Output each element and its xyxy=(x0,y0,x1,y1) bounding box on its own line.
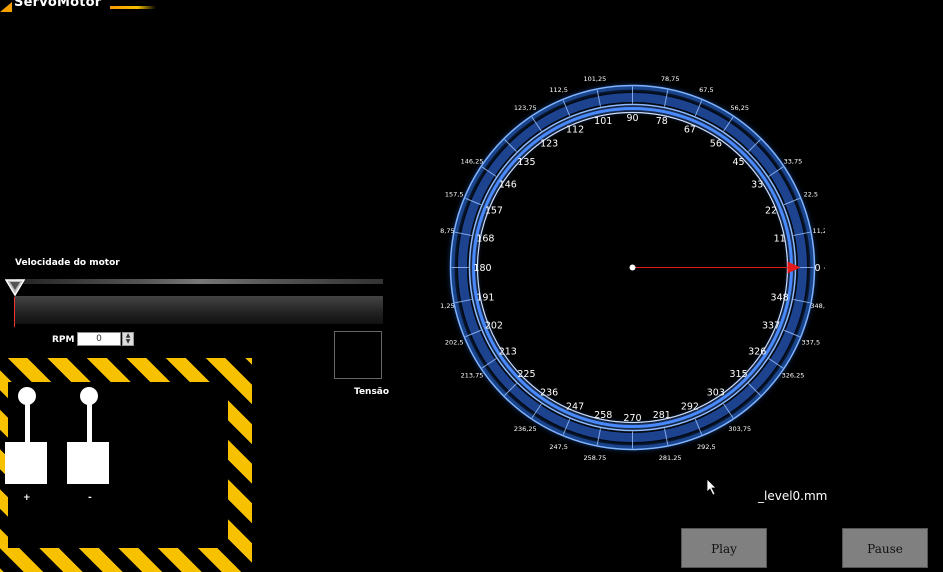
dial-major-label: 168 xyxy=(476,234,494,245)
dial-major-label: 258 xyxy=(594,410,612,421)
dial-major-label: 157 xyxy=(485,206,503,217)
lever-minus-label: - xyxy=(88,493,92,503)
dial-major-label: 101 xyxy=(594,116,612,127)
dial-minor-label: 112,5 xyxy=(549,86,568,94)
lever-plus[interactable] xyxy=(5,387,49,487)
dial-minor-label: 33,75 xyxy=(784,157,803,165)
speed-gradient-panel xyxy=(15,296,383,324)
speed-slider-track[interactable] xyxy=(15,279,383,284)
dial-major-label: 303 xyxy=(707,388,725,399)
dial-minor-label: 11,25 xyxy=(812,227,825,235)
dial-major-label: 247 xyxy=(566,402,584,413)
dial-major-label: 22 xyxy=(765,206,777,217)
rpm-input[interactable] xyxy=(77,332,121,346)
lever-plus-label: + xyxy=(23,493,31,503)
dial-major-label: 292 xyxy=(681,402,699,413)
dial-minor-label: 157,5 xyxy=(445,191,464,199)
dial-minor-label: 348,75 xyxy=(810,302,825,310)
dial-minor-label: 258,75 xyxy=(583,454,606,460)
title-underline xyxy=(110,6,156,9)
speed-needle xyxy=(14,297,15,327)
lever-stem xyxy=(87,397,92,445)
dial-minor-label: 326,25 xyxy=(782,372,805,380)
dial-major-label: 348 xyxy=(771,292,789,303)
dial-minor-label: 168,75 xyxy=(440,227,455,235)
pause-button[interactable]: Pause xyxy=(842,528,928,568)
title-flag-icon xyxy=(0,2,12,12)
dial-minor-label: 56,25 xyxy=(730,104,749,112)
tension-indicator xyxy=(334,331,382,379)
dial-pointer[interactable] xyxy=(629,261,801,274)
dial-major-label: 33 xyxy=(751,180,763,191)
dial-major-label: 191 xyxy=(476,292,494,303)
dial-minor-label: 191,25 xyxy=(440,302,455,310)
dial-major-label: 56 xyxy=(710,138,722,149)
dial-major-label: 180 xyxy=(473,263,491,274)
dial-major-label: 281 xyxy=(653,410,671,421)
dial-major-label: 213 xyxy=(499,346,517,357)
lever-base[interactable] xyxy=(5,442,47,484)
lever-stem xyxy=(25,397,30,445)
dial-major-label: 112 xyxy=(566,124,584,135)
dial-minor-label: 146,25 xyxy=(461,157,484,165)
lever-base[interactable] xyxy=(67,442,109,484)
dial-major-label: 315 xyxy=(729,369,747,380)
lever-minus[interactable] xyxy=(67,387,111,487)
dial-minor-label: 236,25 xyxy=(514,425,537,433)
dial-major-label: 337 xyxy=(762,320,780,331)
dial-major-label: 90 xyxy=(626,113,638,124)
dial-major-label: 236 xyxy=(540,388,558,399)
dial-minor-label: 281,25 xyxy=(659,454,682,460)
dial-major-label: 67 xyxy=(684,124,696,135)
dial-minor-label: 247,5 xyxy=(549,443,568,451)
dial-major-label: 11 xyxy=(774,234,786,245)
speed-label: Velocidade do motor xyxy=(15,258,120,268)
dial-major-label: 78 xyxy=(656,116,668,127)
dial-minor-label: 123,75 xyxy=(514,104,537,112)
dial-minor-label: 22,5 xyxy=(804,191,818,199)
dial-minor-label: 337,5 xyxy=(802,338,821,346)
dial-major-label: 123 xyxy=(540,138,558,149)
app-title: ServoMotor xyxy=(14,0,102,10)
play-button[interactable]: Play xyxy=(681,528,767,568)
dial-minor-label: 78,75 xyxy=(661,75,680,83)
stepper-down-icon[interactable]: ▼ xyxy=(123,339,133,345)
mouse-cursor-icon xyxy=(706,478,717,496)
tension-label: Tensão xyxy=(354,387,390,397)
dial-minor-label: 202,5 xyxy=(445,338,464,346)
dial-minor-label: 67,5 xyxy=(699,86,713,94)
dial-major-label: 202 xyxy=(485,320,503,331)
rpm-stepper[interactable]: ▲ ▼ xyxy=(122,332,134,346)
rpm-label: RPM xyxy=(52,335,75,345)
dial-minor-label: 303,75 xyxy=(728,425,751,433)
dial-major-label: 225 xyxy=(517,369,535,380)
dial-major-label: 270 xyxy=(623,413,641,424)
dial-major-label: 326 xyxy=(748,346,766,357)
dial-minor-label: 213,75 xyxy=(461,372,484,380)
speed-slider-thumb-icon[interactable] xyxy=(5,278,25,298)
dial-minor-label: 292,5 xyxy=(697,443,716,451)
position-dial[interactable]: 0 - 360 11 22 33 45 56 67 78 90 101 112 123 135 146 15… xyxy=(440,75,825,460)
dial-minor-label: 101,25 xyxy=(583,75,606,83)
dial-major-label: 45 xyxy=(733,157,745,168)
dial-major-label: 0 - 360 xyxy=(815,263,826,274)
pointer-hub xyxy=(629,264,636,271)
dial-major-label: 146 xyxy=(499,180,517,191)
level-label: _level0.mm xyxy=(758,489,828,503)
dial-major-label: 135 xyxy=(517,157,535,168)
